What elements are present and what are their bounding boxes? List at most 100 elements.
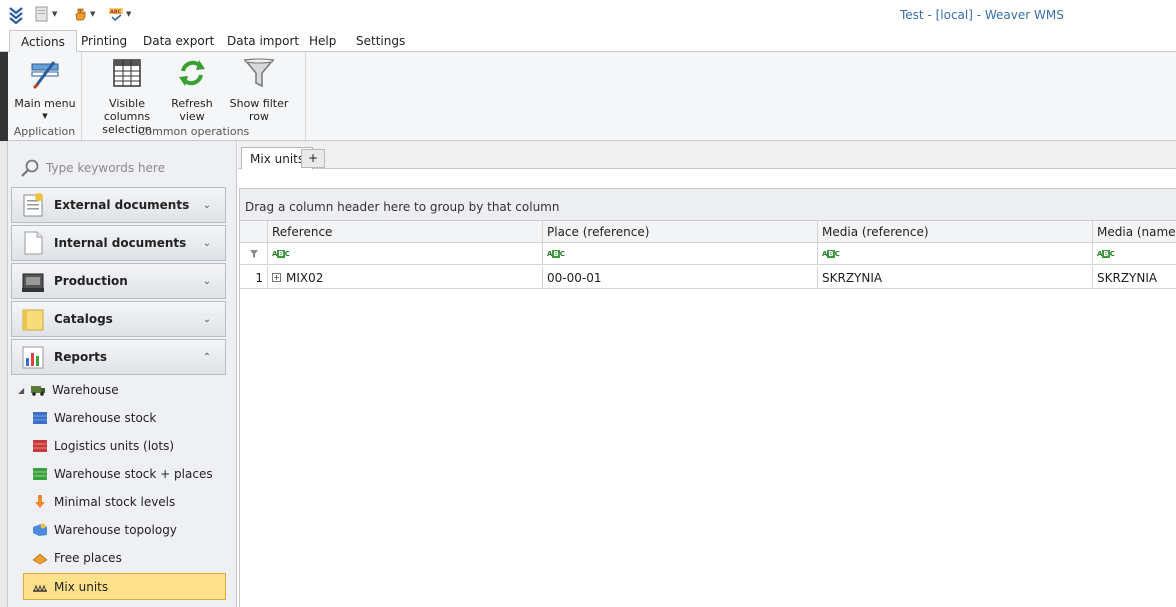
search-input[interactable]: Type keywords here	[46, 161, 165, 175]
tree-item-mix-units[interactable]: Mix units	[23, 573, 226, 600]
nav-group-reports[interactable]: Reports ⌃	[11, 339, 226, 375]
reports-icon	[22, 346, 44, 369]
refresh-label-1: Refresh	[171, 97, 213, 110]
tree-item-label: Warehouse	[52, 383, 119, 397]
arrow-down-icon	[35, 495, 45, 508]
refresh-icon	[179, 60, 205, 86]
text-filter-icon: ABC	[547, 249, 565, 258]
column-header-place-reference[interactable]: Place (reference)	[543, 221, 818, 243]
tree-item-warehouse-topology[interactable]: Warehouse topology	[32, 518, 177, 542]
ribbon-group-common-operations: Visible columns selection Refresh view S…	[82, 52, 306, 140]
warehouse-truck-icon	[31, 386, 45, 396]
internal-documents-icon	[24, 231, 43, 255]
show-filter-row-button[interactable]: Show filter row	[220, 56, 298, 123]
data-grid: Drag a column header here to group by th…	[239, 188, 1176, 607]
filter-icon	[243, 58, 275, 88]
tab-help[interactable]: Help	[298, 30, 347, 52]
grid-header-row: Reference Place (reference) Media (refer…	[240, 221, 1176, 243]
tree-item-warehouse-stock-places[interactable]: Warehouse stock + places	[32, 462, 213, 486]
hand-icon	[75, 8, 86, 21]
main-menu-label: Main menu	[14, 97, 76, 110]
column-header-reference[interactable]: Reference	[268, 221, 543, 243]
show-filter-row-label: Show filter row	[229, 97, 289, 123]
tree-item-logistics-units[interactable]: Logistics units (lots)	[32, 434, 174, 458]
column-header-media-name[interactable]: Media (name)	[1093, 221, 1176, 243]
content-area: Mix units + Drag a column header here to…	[238, 141, 1176, 607]
logistics-units-icon	[33, 440, 47, 452]
left-splitter[interactable]	[0, 141, 8, 607]
cell-reference[interactable]: + MIX02	[268, 267, 543, 289]
main-menu-icon	[31, 61, 59, 90]
nav-search[interactable]: Type keywords here	[20, 157, 220, 179]
tree-item-warehouse-stock[interactable]: Warehouse stock	[32, 406, 156, 430]
tree-item-label: Warehouse stock + places	[54, 467, 213, 481]
quick-access-hand-button[interactable]: ▼	[72, 6, 95, 22]
filter-row-indicator	[240, 243, 268, 265]
tree-item-free-places[interactable]: Free places	[32, 546, 122, 570]
tab-printing[interactable]: Printing	[70, 30, 138, 52]
nav-group-production[interactable]: Production ⌄	[11, 263, 226, 299]
table-row[interactable]: 1 + MIX02 00-00-01 SKRZYNIA SKRZYNIA	[240, 267, 1176, 289]
app-logo-icon	[9, 7, 23, 24]
tree-item-label: Free places	[54, 551, 122, 565]
tab-settings[interactable]: Settings	[345, 30, 416, 52]
cell-media-name[interactable]: SKRZYNIA	[1093, 267, 1176, 289]
refresh-view-button[interactable]: Refresh view	[168, 56, 216, 123]
add-tab-button[interactable]: +	[301, 149, 325, 168]
text-filter-icon: ABC	[272, 249, 290, 258]
expand-row-icon[interactable]: +	[272, 273, 281, 282]
cell-reference-value: MIX02	[286, 270, 324, 285]
nav-group-external-documents[interactable]: External documents ⌄	[11, 187, 226, 223]
filter-cell-reference[interactable]: ABC	[268, 243, 543, 265]
ribbon: Main menu ▼ Application Visible columns …	[0, 52, 1176, 141]
nav-group-label: External documents	[54, 198, 190, 212]
text-filter-icon: ABC	[822, 249, 840, 258]
visible-columns-selection-button[interactable]: Visible columns selection	[88, 56, 166, 136]
row-number: 1	[240, 267, 268, 289]
chevron-down-icon: ⌄	[202, 275, 212, 287]
collapse-triangle-icon[interactable]: ◢	[18, 386, 26, 395]
nav-group-label: Internal documents	[54, 236, 187, 250]
cell-place[interactable]: 00-00-01	[543, 267, 818, 289]
warehouse-stock-icon	[33, 412, 47, 424]
chevron-down-icon: ⌄	[202, 237, 212, 249]
chevron-down-icon: ▼	[90, 10, 96, 18]
table-columns-icon	[113, 59, 141, 87]
ribbon-group-label: Application	[13, 125, 76, 138]
document-icon	[35, 6, 48, 22]
filter-icon	[249, 249, 258, 258]
cell-media-reference[interactable]: SKRZYNIA	[818, 267, 1093, 289]
ribbon-group-label: Common operations	[137, 125, 250, 138]
tree-item-warehouse[interactable]: ◢ Warehouse	[18, 378, 119, 402]
nav-group-internal-documents[interactable]: Internal documents ⌄	[11, 225, 226, 261]
svg-text:ABC: ABC	[110, 10, 122, 16]
navigation-panel: Type keywords here External documents ⌄ …	[8, 141, 237, 607]
title-bar: ▼ ▼ ABC ▼ Test - [local] - Weaver WMS	[0, 0, 1176, 30]
tree-item-label: Mix units	[54, 579, 109, 594]
chevron-up-icon: ⌃	[202, 351, 212, 363]
spellcheck-icon: ABC	[109, 8, 123, 22]
production-icon	[22, 273, 44, 292]
ribbon-group-application: Main menu ▼ Application	[8, 52, 82, 140]
main-menu-button[interactable]: Main menu ▼	[13, 56, 77, 123]
nav-group-catalogs[interactable]: Catalogs ⌄	[11, 301, 226, 337]
chevron-down-icon: ▼	[52, 10, 58, 18]
ribbon-tabs: Actions Printing Data export Data import…	[0, 30, 1176, 53]
quick-access-document-button[interactable]: ▼	[34, 6, 57, 22]
group-by-panel[interactable]: Drag a column header here to group by th…	[240, 188, 1176, 221]
tab-data-export[interactable]: Data export	[132, 30, 225, 52]
free-places-icon	[32, 553, 48, 565]
nav-group-label: Reports	[54, 350, 108, 364]
tree-item-label: Warehouse stock	[54, 411, 157, 425]
filter-cell-place[interactable]: ABC	[543, 243, 818, 265]
tab-data-import[interactable]: Data import	[216, 30, 310, 52]
tree-item-minimal-stock-levels[interactable]: Minimal stock levels	[32, 490, 175, 514]
search-icon	[21, 159, 39, 177]
tree-item-label: Minimal stock levels	[54, 495, 176, 509]
filter-cell-media-reference[interactable]: ABC	[818, 243, 1093, 265]
tab-actions[interactable]: Actions	[9, 30, 77, 53]
filter-cell-media-name[interactable]: ABC	[1093, 243, 1176, 265]
quick-access-abc-button[interactable]: ABC ▼	[108, 6, 131, 22]
column-header-media-reference[interactable]: Media (reference)	[818, 221, 1093, 243]
row-indicator-header[interactable]	[240, 221, 268, 243]
